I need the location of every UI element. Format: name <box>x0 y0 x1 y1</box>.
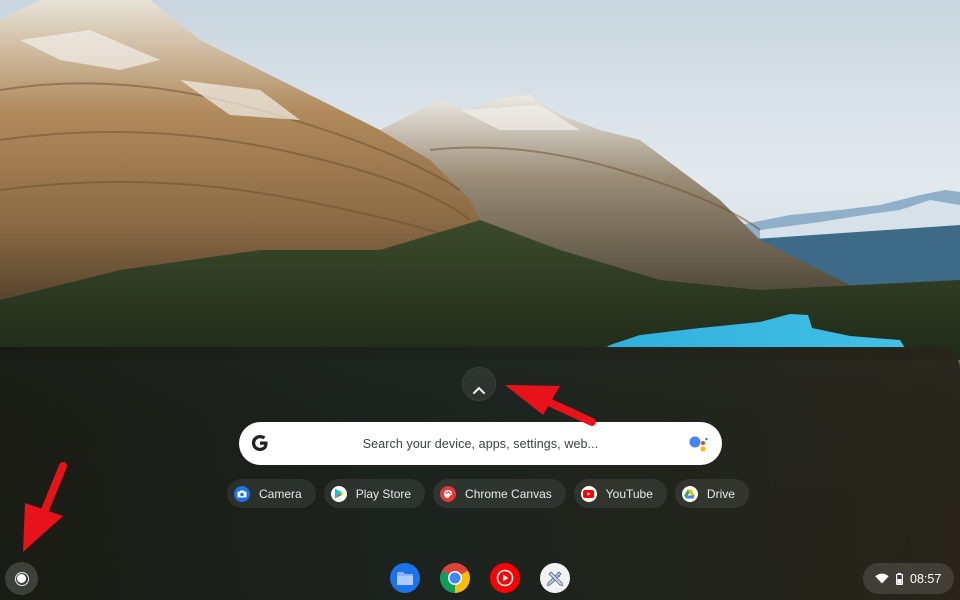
chip-label: Chrome Canvas <box>465 486 552 501</box>
chip-label: Drive <box>706 486 735 501</box>
google-g-icon <box>251 435 268 451</box>
youtube-icon <box>580 485 597 502</box>
wifi-icon <box>875 573 889 584</box>
drive-icon <box>681 485 698 502</box>
suggested-app-camera[interactable]: Camera <box>227 479 316 508</box>
play-store-icon <box>330 485 347 502</box>
status-tray[interactable]: 08:57 <box>863 563 954 594</box>
files-icon <box>397 571 413 585</box>
launcher-circle-icon <box>14 571 29 586</box>
shelf-app-youtube-music[interactable] <box>490 563 520 593</box>
launcher-button[interactable] <box>5 562 38 595</box>
chevron-up-icon <box>473 386 485 394</box>
camera-icon <box>234 485 250 502</box>
chrome-canvas-icon <box>440 485 457 502</box>
battery-icon <box>896 572 903 585</box>
chip-label: Play Store <box>355 486 412 501</box>
launcher-search-box[interactable]: Search your device, apps, settings, web.… <box>239 422 722 465</box>
chip-label: Camera <box>259 486 302 501</box>
search-placeholder: Search your device, apps, settings, web.… <box>362 436 599 451</box>
suggested-apps-row: Camera Play Store Chrome Canvas YouTube … <box>227 479 749 509</box>
shelf-app-files[interactable] <box>390 563 420 593</box>
google-assistant-icon[interactable] <box>688 434 710 454</box>
chip-label: YouTube <box>605 486 653 501</box>
suggested-app-youtube[interactable]: YouTube <box>573 479 667 508</box>
youtube-music-icon <box>496 569 514 587</box>
shelf-pinned-apps <box>390 563 570 593</box>
suggested-app-play-store[interactable]: Play Store <box>323 479 426 508</box>
chrome-icon <box>440 563 470 593</box>
clock-time: 08:57 <box>910 571 942 586</box>
shelf-app-chrome[interactable] <box>440 563 470 593</box>
suggested-app-drive[interactable]: Drive <box>674 479 749 508</box>
shelf-app-chrome-canvas[interactable] <box>540 563 570 593</box>
suggested-app-chrome-canvas[interactable]: Chrome Canvas <box>433 479 566 508</box>
canvas-pencil-icon <box>546 571 564 587</box>
expand-launcher-button[interactable] <box>462 367 496 401</box>
